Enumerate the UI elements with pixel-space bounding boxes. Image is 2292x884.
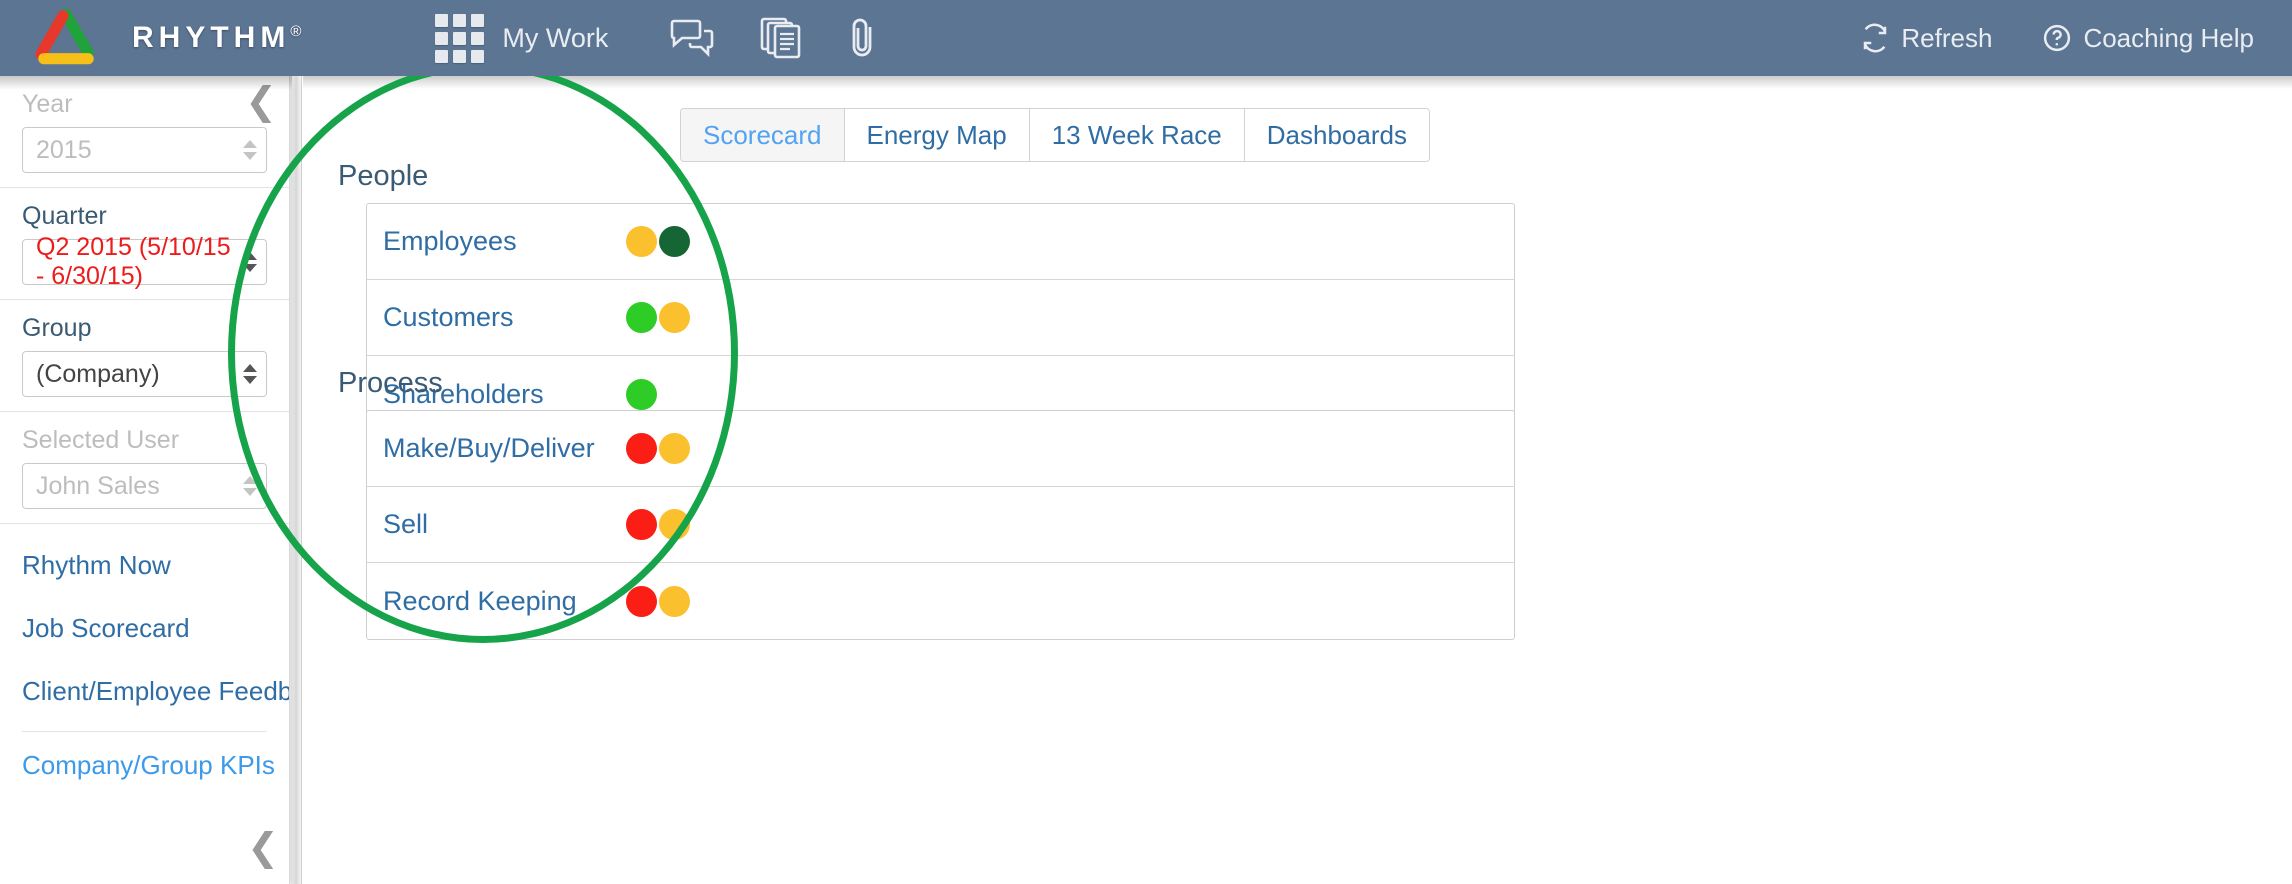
row-label-sell[interactable]: Sell (383, 509, 626, 540)
refresh-icon (1864, 23, 1887, 53)
nav-right-group: Refresh Coaching Help (1860, 23, 2292, 54)
sidebar-item-client-employee-feedback[interactable]: Client/Employee Feedback (0, 660, 289, 723)
filter-quarter-select[interactable]: Q2 2015 (5/10/15 - 6/30/15) (22, 233, 267, 290)
sidebar-resize-handle[interactable] (291, 76, 302, 884)
section-people-title: People (338, 160, 429, 192)
filter-group: Group (Company) (0, 300, 289, 412)
status-dots (626, 509, 690, 540)
question-circle-icon (2044, 24, 2071, 52)
documents-copy-icon[interactable] (760, 17, 804, 59)
coaching-help-label: Coaching Help (2083, 22, 2254, 53)
status-dot (659, 302, 690, 333)
my-work-nav-button[interactable]: My Work (435, 13, 609, 63)
tab-13-week-race[interactable]: 13 Week Race (1029, 109, 1245, 161)
stepper-icon[interactable] (243, 252, 257, 272)
status-dot (626, 585, 657, 617)
status-dot (626, 226, 657, 257)
status-dots (626, 302, 690, 333)
left-sidebar: ❮ Year 2015 Quarter Q2 2015 (5/10/15 - 6… (0, 76, 290, 884)
brand-text: RHYTHM (132, 21, 291, 54)
stepper-icon[interactable] (243, 364, 257, 384)
sidebar-divider (22, 731, 267, 732)
filter-selected-user: Selected User John Sales (0, 412, 289, 524)
coaching-help-button[interactable]: Coaching Help (2042, 23, 2254, 54)
section-process: Process Make/Buy/Deliver Sell Record Kee… (320, 367, 1545, 640)
paperclip-icon[interactable] (848, 16, 878, 60)
filter-year-label: Year (22, 90, 73, 118)
filter-group-label: Group (22, 314, 92, 342)
sidebar-item-company-group-kpis[interactable]: Company/Group KPIs (0, 734, 289, 797)
filter-selected-user-select[interactable]: John Sales (22, 463, 267, 509)
table-row[interactable]: Customers (367, 280, 1514, 356)
tab-energy-map[interactable]: Energy Map (844, 109, 1030, 161)
my-work-label: My Work (502, 22, 609, 53)
process-card: Make/Buy/Deliver Sell Record Keeping (366, 410, 1515, 640)
rhythm-triangle-logo-icon (35, 8, 94, 65)
sidebar-item-job-scorecard[interactable]: Job Scorecard (0, 597, 289, 660)
status-dot (659, 226, 690, 257)
stepper-icon[interactable] (243, 476, 257, 496)
filter-quarter-value: Q2 2015 (5/10/15 - 6/30/15) (36, 233, 231, 290)
filter-group-value: (Company) (36, 359, 160, 388)
status-dot (659, 433, 690, 464)
top-navigation-bar: RHYTHM® My Work Refresh Coaching Help (0, 0, 2292, 76)
sidebar-link-list: Rhythm Now Job Scorecard Client/Employee… (0, 524, 289, 797)
status-dot (626, 433, 657, 464)
filter-year-value: 2015 (36, 135, 92, 164)
status-dot (659, 585, 690, 617)
chevron-left-icon: ❮ (247, 825, 279, 869)
filter-group-select[interactable]: (Company) (22, 351, 267, 397)
stepper-icon[interactable] (243, 140, 257, 160)
filter-year-select[interactable]: 2015 (22, 127, 267, 173)
row-label-make-buy-deliver[interactable]: Make/Buy/Deliver (383, 433, 626, 464)
refresh-label: Refresh (1901, 22, 1993, 53)
filter-quarter: Quarter Q2 2015 (5/10/15 - 6/30/15) (0, 188, 289, 300)
tab-dashboards[interactable]: Dashboards (1244, 109, 1429, 161)
filter-selected-user-label: Selected User (22, 426, 180, 454)
tab-scorecard[interactable]: Scorecard (681, 109, 845, 161)
table-row[interactable]: Record Keeping (367, 563, 1514, 639)
grid-apps-icon[interactable] (435, 13, 485, 63)
sidebar-item-rhythm-now[interactable]: Rhythm Now (0, 534, 289, 597)
section-process-title: Process (338, 367, 443, 399)
filter-selected-user-value: John Sales (36, 471, 160, 500)
nav-icon-group (670, 16, 878, 60)
chat-bubbles-icon[interactable] (670, 18, 716, 58)
brand-registered-mark: ® (290, 23, 302, 40)
status-dot (659, 509, 690, 540)
filter-quarter-label: Quarter (22, 202, 107, 230)
status-dots (626, 433, 690, 464)
row-label-customers[interactable]: Customers (383, 302, 626, 333)
status-dot (626, 509, 657, 540)
brand-title: RHYTHM® (132, 21, 301, 55)
table-row[interactable]: Employees (367, 204, 1514, 280)
app-logo[interactable] (0, 4, 132, 72)
table-row[interactable]: Sell (367, 487, 1514, 563)
status-dots (626, 226, 690, 257)
status-dots (626, 585, 690, 617)
table-row[interactable]: Make/Buy/Deliver (367, 411, 1514, 487)
sidebar-collapse-bottom-button[interactable]: ❮ (247, 828, 279, 866)
status-dot (626, 302, 657, 333)
row-label-record-keeping[interactable]: Record Keeping (383, 586, 626, 617)
scorecard-tab-bar: Scorecard Energy Map 13 Week Race Dashbo… (680, 108, 1430, 162)
refresh-button[interactable]: Refresh (1860, 23, 1992, 54)
row-label-employees[interactable]: Employees (383, 226, 626, 257)
main-content-area: Scorecard Energy Map 13 Week Race Dashbo… (303, 76, 2292, 884)
sidebar-collapse-top-button[interactable]: ❮ (245, 82, 277, 120)
chevron-left-icon: ❮ (245, 79, 277, 123)
